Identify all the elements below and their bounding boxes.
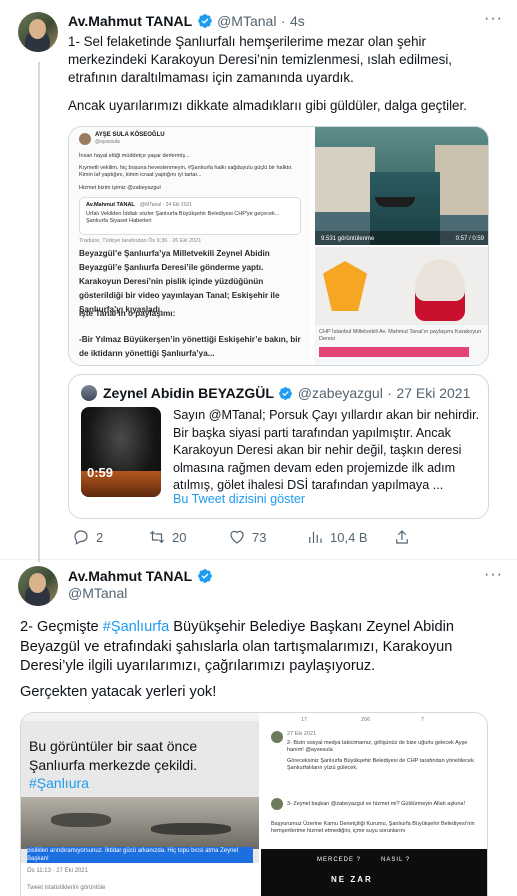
verified-badge-icon (278, 386, 293, 406)
share-button[interactable] (393, 528, 411, 546)
media-image-portrait[interactable]: CHP İstanbul Milletvekili Av. Mahmut Tan… (315, 247, 488, 365)
tweet-text: 1- Sel felaketinde Şanlıurfalı hemşerile… (68, 34, 453, 85)
article-body-2: İşte Tanal’ın o paylaşımı: (79, 309, 176, 318)
like-count: 73 (252, 529, 267, 545)
reply-2: Göreceksiniz Şanlıurfa Büyükşehir Beledi… (287, 758, 476, 771)
card-handle: @aysesula (95, 139, 120, 145)
quote-handle[interactable]: @zabeyazgul (298, 385, 383, 401)
post-date: Ös 11:13 · 27 Eki 2021 (27, 868, 88, 874)
tweet-text: 2- Geçmişte #Şanlıurfa Büyükşehir Beledi… (20, 619, 454, 674)
author-name[interactable]: Av.Mahmut TANAL (68, 13, 192, 29)
retweet-icon (149, 530, 165, 544)
thread-line (38, 62, 40, 562)
quote-video-thumbnail[interactable]: 0:59 (81, 407, 161, 497)
card-line-2: Kıymetli vekilim, hiç boşuna heveslenmey… (79, 165, 293, 178)
verified-badge-icon (197, 568, 213, 589)
video-duration: 0:59 (87, 465, 114, 480)
reply-3: 3- Zeynel başkan @zabeyazgul ve hizmet m… (287, 801, 466, 807)
avatar (79, 133, 91, 145)
tweet-text-2: Gerçekten yatacak yerleri yok! (20, 684, 217, 700)
article-body-3: -Bir Yılmaz Büyükerşen’in yönettiği Eski… (79, 335, 301, 358)
card-line-1: İnsan hayal ettiği müddetçe yaşar derler… (79, 153, 190, 159)
avatar[interactable] (18, 12, 58, 52)
quote-date: 27 Eki 2021 (396, 385, 471, 401)
media-grid[interactable]: AYŞE SULA KÖSEOĞLU @aysesula İnsan hayal… (68, 126, 489, 366)
highlighted-text: pisliklen arındıramıyorsunuz. İktidar gü… (27, 847, 253, 863)
video-views: 9.531 görüntülenme (321, 236, 375, 242)
separator: · (387, 385, 392, 401)
media-video-thumbnail[interactable]: 9.531 görüntülenme 0:57 / 0:59 (315, 127, 488, 245)
tweet-1[interactable]: Av.Mahmut TANAL @MTanal · 4s ··· 1- Sel … (0, 0, 517, 562)
verified-badge-icon (197, 13, 213, 34)
reply-date: 27 Eki 2021 (287, 731, 317, 737)
media-grid-2[interactable]: Bu görüntüler bir saat önce Şanlıurfa me… (20, 712, 488, 896)
more-options-icon[interactable]: ··· (484, 10, 503, 28)
views-button[interactable]: 10,4 B (306, 528, 368, 546)
quote-text: Sayın @MTanal; Porsuk Çayı yıllardır aka… (173, 408, 480, 492)
gondola (375, 197, 415, 207)
image-caption: CHP İstanbul Milletvekili Av. Mahmut Tan… (319, 329, 482, 342)
count-row: 17 206 7 (301, 717, 425, 723)
reply-button[interactable]: 2 (72, 528, 103, 546)
retweet-count: 20 (172, 529, 187, 545)
tweet-header: Av.Mahmut TANAL @MTanal · 4s (68, 13, 305, 34)
reply-4: Başyurumuz Üzerine Kamu Denetçiliği Kuru… (271, 821, 475, 834)
video-headline-2: Şanlıurfa merkezde çekildi. (29, 757, 198, 773)
avatar (271, 731, 283, 743)
video-text-3: NASIL ? (381, 857, 411, 863)
media-screenshot-left[interactable]: AYŞE SULA KÖSEOĞLU @aysesula İnsan hayal… (69, 127, 313, 365)
video-time: 0:57 / 0:59 (455, 236, 484, 242)
video-hashtag: #Şanlıura (29, 775, 89, 791)
reply-1: 2- Bizin sosyal medya takicimamız, göliş… (287, 740, 468, 753)
inner-tweet-card: Av.Mahmut TANAL @MTanal · 24 Eki 2021 Ur… (79, 197, 301, 235)
more-options-icon[interactable]: ··· (484, 566, 503, 584)
avatar (271, 798, 283, 810)
avatar[interactable] (18, 566, 58, 606)
separator: · (280, 13, 286, 29)
quote-header: Zeynel Abidin BEYAZGÜL @zabeyazgul · 27 … (103, 385, 470, 406)
quote-tweet[interactable]: Zeynel Abidin BEYAZGÜL @zabeyazgul · 27 … (68, 374, 489, 519)
video-text-2: MERCEDE ? (317, 857, 362, 863)
portrait-figure (415, 259, 465, 321)
retweet-button[interactable]: 20 (148, 528, 186, 546)
video-headline-1: Bu görüntüler bir saat önce (29, 738, 198, 754)
inner-text: Urfalı Vekilden İddialı sözler Şanlıurfa… (86, 211, 280, 224)
article-body: Beyazgül’e Şanlıurfa’ya Milletvekili Zey… (79, 249, 280, 314)
action-bar: 2 20 73 10,4 B (68, 528, 489, 548)
show-thread-link[interactable]: Bu Tweet dizisini göster (173, 492, 305, 506)
author-handle[interactable]: @MTanal (68, 585, 127, 601)
video-frame[interactable]: MERCEDE ? NASIL ? NE ZAR (261, 849, 487, 896)
hashtag-link[interactable]: #Şanlıurfa (103, 619, 170, 635)
video-text: NE ZAR (331, 875, 373, 884)
reply-icon (74, 530, 88, 545)
heart-icon (230, 530, 244, 544)
tweet-text-2: Ancak uyarılarımızı dikkate almadıklarıı… (68, 98, 467, 113)
media-video-screenshot[interactable]: Bu görüntüler bir saat önce Şanlıurfa me… (21, 713, 259, 896)
views-count: 10,4 B (330, 529, 368, 545)
views-icon (309, 531, 322, 543)
quote-avatar[interactable] (81, 385, 97, 401)
timestamp[interactable]: 4s (290, 13, 305, 29)
card-name: AYŞE SULA KÖSEOĞLU (95, 132, 165, 138)
quote-author-name[interactable]: Zeynel Abidin BEYAZGÜL (103, 385, 274, 401)
like-button[interactable]: 73 (228, 528, 266, 546)
card-meta: Traduire, Türkiye tarafından Ös 9:36 · 2… (79, 238, 202, 244)
author-handle[interactable]: @MTanal (217, 13, 276, 29)
inner-meta: @MTanal · 24 Eki 2021 (140, 202, 193, 208)
card-line-3: Hizmet bizim işimiz @zabeyazgul (79, 185, 161, 191)
highlight-bar (319, 347, 469, 357)
share-icon (396, 530, 408, 544)
reply-count: 2 (96, 529, 104, 545)
media-thread-screenshot[interactable]: 17 206 7 27 Eki 2021 2- Bizin sosyal med… (261, 713, 487, 896)
inner-name: Av.Mahmut TANAL (86, 202, 135, 208)
author-name[interactable]: Av.Mahmut TANAL (68, 568, 192, 584)
stats-link: Tweet istatistiklerini görüntüle (27, 885, 106, 891)
